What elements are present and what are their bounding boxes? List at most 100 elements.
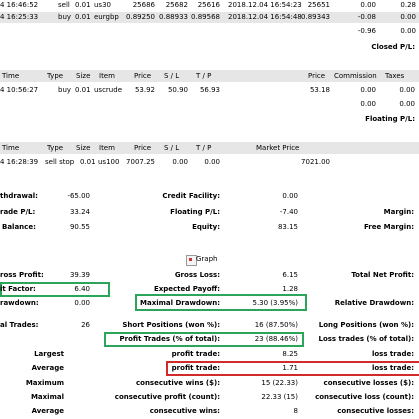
col-type: Type [47,144,64,152]
commission: 0.00 [360,86,376,94]
margin-label: Margin: [383,208,414,216]
open-price: 25686 [132,1,155,9]
col-type: Type [47,72,64,80]
average-label: Average [31,364,64,372]
col-tp: T / P [196,72,212,80]
trade-item: us30 [94,1,111,9]
trade-size: 0.01 [75,13,91,21]
trade-type: buy [58,86,72,94]
close-time: 2018.12.04 16:54:23 [228,1,302,9]
balance-label: Balance: [2,223,36,231]
largest-profit-value: 8.25 [282,350,298,358]
average-loss-label: loss trade: [371,364,414,372]
average-consecutive-losses-label: consecutive losses: [337,407,414,415]
maximal-label: Maximal [30,393,64,401]
loss-trades-label: Loss trades (% of total): [318,335,415,343]
maximal-drawdown-value: 5.30 (3.95%) [252,299,298,307]
swap: -0.08 [357,13,376,21]
largest-profit-label: profit trade: [171,350,220,358]
maximum-label: Maximum [25,379,64,387]
open-price: 0.89250 [126,13,155,21]
average-profit-value: 1.71 [282,364,298,372]
closed-trade-row: 4 16:46:52 sell 0.01 us30 25686 25682 25… [0,0,419,11]
graph-alt-text: Graph [196,255,218,263]
order-time: 4 16:28:39 [0,158,39,166]
average-consecutive-wins-value: 8 [293,407,298,415]
max-consecutive-wins-value: 15 (22.33) [261,379,298,387]
open-time: 4 10:56:27 [0,86,39,94]
profit: 0.00 [400,13,416,21]
expected-payoff-value: 1.28 [282,285,298,293]
profit-factor-value: 6.40 [74,285,90,293]
col-item: Item [99,72,115,80]
close-price: 25651 [307,1,330,9]
col-market-price: Market Price [256,144,300,152]
col-sl: S / L [164,72,180,80]
col-price: Price [134,144,152,152]
col-price: Price [134,72,152,80]
open-trade-row: 4 10:56:27 buy 0.01 uscrude 53.92 50.90 … [0,85,419,96]
maximal-consecutive-loss-label: consecutive loss (count): [315,393,414,401]
open-price: 53.92 [134,86,155,94]
stop-loss: 0.00 [172,158,188,166]
maximal-drawdown-label: Maximal Drawdown: [140,299,220,307]
closed-trade-row: 4 16:25:33 buy 0.01 eurgbp 0.89250 0.889… [0,12,419,23]
profit-trades-label: Profit Trades (% of total): [119,335,220,343]
stop-loss: 50.90 [167,86,188,94]
take-profit: 0.89568 [191,13,220,21]
take-profit: 25616 [197,1,220,9]
profit-trades-value: 23 (88.46%) [254,335,298,343]
trade-item: eurgbp [94,13,119,21]
stop-loss: 0.88933 [159,13,188,21]
max-consecutive-losses-label: consecutive losses ($): [323,379,414,387]
trade-type: sell [58,1,70,9]
open-commission-total: 0.00 [360,100,376,108]
total-trades-value: 26 [81,321,90,329]
floating-pl-label: Floating P/L: [365,115,415,123]
short-positions-label: Short Positions (won %): [122,321,220,329]
closed-trade-pl-value: 33.24 [69,208,90,216]
total-trades-label: al Trades: [0,321,39,329]
open-time: 4 16:25:33 [0,13,39,21]
withdrawal-label: thdrawal: [0,192,38,200]
expected-payoff-label: Expected Payoff: [153,285,220,293]
balance-value: 90.55 [69,223,90,231]
absolute-drawdown-label: rawdown: [0,299,39,307]
equity-value: 83.15 [277,223,298,231]
col-item: Item [99,144,115,152]
average-profit-label: profit trade: [171,364,220,372]
trade-type: buy [58,13,72,21]
col-tp: T / P [196,144,212,152]
credit-facility-label: Credit Facility: [162,192,220,200]
col-size: Size [76,72,91,80]
free-margin-label: Free Margin: [363,223,414,231]
largest-label: Largest [34,350,64,358]
col-size: Size [76,144,91,152]
gross-loss-value: 6.15 [282,271,298,279]
open-taxes-total: 0.00 [399,100,415,108]
largest-loss-label: loss trade: [371,350,414,358]
profit-factor-label: it Factor: [0,285,36,293]
open-time: 4 16:46:52 [0,1,39,9]
maximal-consecutive-profit-label: consecutive profit (count): [114,393,220,401]
order-size: 0.01 [80,158,96,166]
long-positions-label: Long Positions (won %): [318,321,414,329]
withdrawal-value: -65.00 [67,192,90,200]
gross-profit-value: 39.39 [69,271,90,279]
closed-swap-total: -0.96 [357,27,376,35]
short-positions-value: 16 (87.50%) [254,321,298,329]
absolute-drawdown-value: 0.00 [74,299,90,307]
col-commission: Commission [334,72,377,80]
credit-facility-value: 0.00 [282,192,298,200]
floating-pl-value: -7.40 [279,208,298,216]
gross-loss-label: Gross Loss: [174,271,220,279]
maximal-consecutive-profit-value: 22.33 (15) [261,393,298,401]
order-item: us100 [98,158,120,166]
close-price: 0.89343 [301,13,330,21]
take-profit: 56.93 [199,86,220,94]
relative-drawdown-label: Relative Drawdown: [334,299,414,307]
order-price: 7007.25 [126,158,155,166]
trade-item: uscrude [94,86,122,94]
col-taxes: Taxes [385,72,405,80]
col-price2: Price [308,72,326,80]
